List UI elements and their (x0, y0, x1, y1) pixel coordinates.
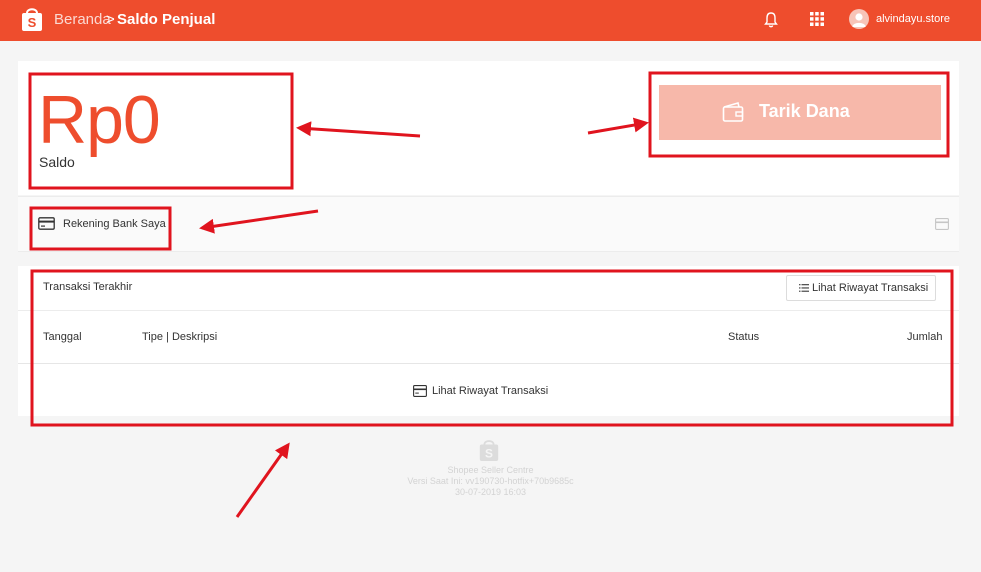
bell-icon[interactable] (764, 12, 778, 28)
footer-app-name: Shopee Seller Centre (447, 465, 534, 475)
breadcrumb-separator: > (106, 11, 115, 28)
bank-account-label[interactable]: Rekening Bank Saya (63, 218, 166, 230)
breadcrumb-current-page: Saldo Penjual (117, 11, 216, 28)
avatar-icon[interactable] (849, 9, 869, 29)
svg-text:S: S (28, 15, 37, 30)
footer-date: 30-07-2019 16:03 (454, 487, 527, 497)
balance-label: Saldo (39, 154, 75, 170)
shopee-logo-icon[interactable]: S (20, 6, 44, 32)
wallet-icon (722, 102, 744, 122)
list-icon (799, 284, 809, 292)
divider (18, 363, 959, 364)
breadcrumb-home-link[interactable]: Beranda (54, 11, 111, 28)
view-history-link[interactable]: Lihat Riwayat Transaksi (432, 385, 548, 397)
column-header-amount: Jumlah (907, 331, 943, 343)
column-header-type-description: Tipe | Deskripsi (142, 331, 218, 343)
apps-grid-icon[interactable] (810, 12, 824, 26)
credit-card-icon (413, 385, 427, 397)
view-history-button-label[interactable]: Lihat Riwayat Transaksi (812, 282, 928, 294)
column-header-date: Tanggal (43, 331, 82, 343)
annotation-arrow (235, 442, 290, 518)
svg-text:S: S (485, 446, 493, 460)
column-header-status: Status (728, 331, 760, 343)
divider (18, 310, 959, 311)
transactions-title: Transaksi Terakhir (43, 281, 133, 293)
withdraw-button-label[interactable]: Tarik Dana (759, 101, 850, 122)
shopee-logo-icon: S (479, 440, 499, 461)
footer-version: Versi Saat Ini: vv190730-hotfix+70b9685c (407, 476, 574, 486)
credit-card-icon (38, 217, 55, 230)
username-label[interactable]: alvindayu.store (876, 13, 950, 25)
credit-card-icon[interactable] (935, 218, 949, 230)
balance-amount: Rp0 (38, 82, 161, 158)
